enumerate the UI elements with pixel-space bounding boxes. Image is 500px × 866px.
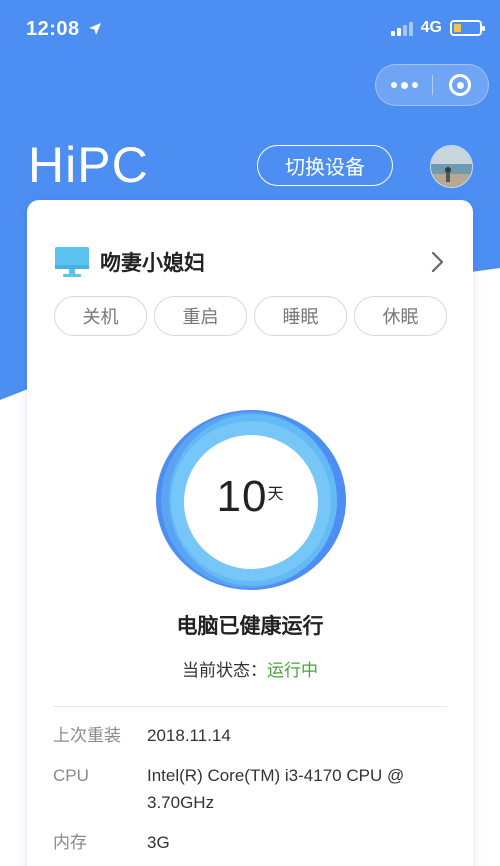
power-actions: 关机 重启 睡眠 休眠 bbox=[54, 296, 447, 336]
network-type: 4G bbox=[420, 19, 442, 36]
current-state: 当前状态：运行中 bbox=[27, 656, 473, 681]
device-card: 吻妻小媳妇 关机 重启 睡眠 休眠 10天 电脑已健康运行 当前状态：运行中 上… bbox=[27, 200, 473, 866]
shutdown-button[interactable]: 关机 bbox=[54, 296, 147, 336]
state-label: 当前状态： bbox=[182, 661, 267, 680]
mini-program-capsule bbox=[375, 64, 489, 106]
sleep-button[interactable]: 睡眠 bbox=[254, 296, 347, 336]
switch-device-button[interactable]: 切换设备 bbox=[257, 145, 393, 186]
uptime-unit: 天 bbox=[267, 486, 284, 503]
uptime-days: 10天 bbox=[27, 472, 473, 522]
monitor-icon bbox=[54, 246, 90, 278]
status-time: 12:08 bbox=[26, 18, 102, 41]
info-row-reinstall: 上次重装 2018.11.14 bbox=[53, 722, 453, 749]
avatar[interactable] bbox=[430, 145, 473, 188]
info-value: Intel(R) Core(TM) i3-4170 CPU @ 3.70GHz bbox=[147, 766, 405, 812]
hibernate-button[interactable]: 休眠 bbox=[354, 296, 447, 336]
status-indicators: 4G bbox=[390, 19, 485, 37]
info-value: 3G bbox=[147, 833, 170, 852]
device-name: 吻妻小媳妇 bbox=[100, 252, 205, 275]
more-dots-icon[interactable] bbox=[376, 65, 432, 105]
target-close-icon[interactable] bbox=[433, 65, 488, 105]
info-value: 2018.11.14 bbox=[147, 726, 231, 745]
info-key: CPU bbox=[53, 766, 89, 785]
info-row-cpu: CPU Intel(R) Core(TM) i3-4170 CPU @ 3.70… bbox=[53, 762, 453, 816]
health-text: 电脑已健康运行 bbox=[176, 615, 324, 638]
chevron-right-icon[interactable] bbox=[425, 250, 449, 274]
state-value: 运行中 bbox=[267, 661, 318, 680]
divider bbox=[53, 706, 447, 707]
signal-icon bbox=[390, 20, 413, 36]
info-row-memory: 内存 3G bbox=[53, 829, 453, 856]
device-row[interactable]: 吻妻小媳妇 bbox=[54, 244, 449, 280]
app-title: HiPC bbox=[28, 137, 149, 193]
status-bar: 12:08 4G bbox=[0, 0, 500, 62]
location-arrow-icon bbox=[88, 23, 101, 35]
battery-icon bbox=[450, 20, 485, 36]
restart-button[interactable]: 重启 bbox=[154, 296, 247, 336]
info-key: 内存 bbox=[53, 833, 87, 852]
uptime-value: 10 bbox=[216, 472, 268, 521]
info-key: 上次重装 bbox=[53, 726, 121, 745]
